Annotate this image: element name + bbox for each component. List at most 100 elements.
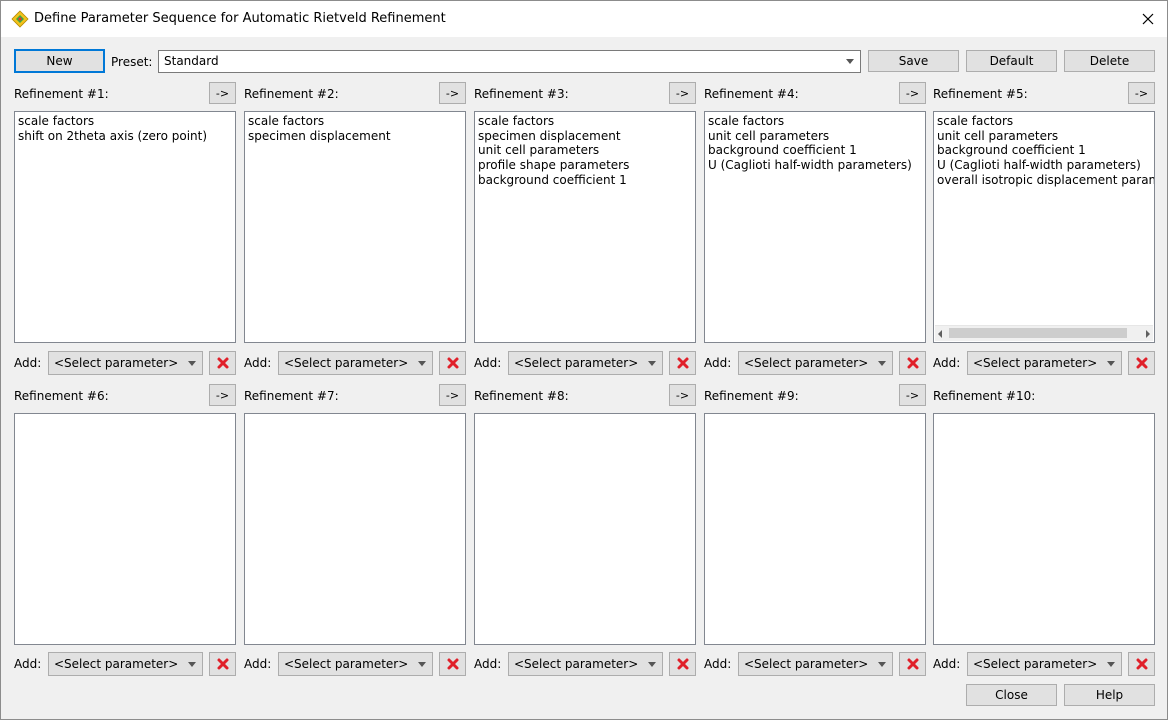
list-item[interactable]: scale factors	[478, 114, 695, 129]
delete-button[interactable]: Delete	[1064, 50, 1155, 72]
horizontal-scrollbar[interactable]	[935, 325, 1153, 341]
move-next-button[interactable]: ->	[669, 384, 696, 406]
list-item[interactable]: shift on 2theta axis (zero point)	[18, 129, 235, 144]
red-x-icon	[906, 657, 920, 671]
preset-value: Standard	[164, 54, 219, 68]
select-parameter-value: <Select parameter>	[284, 356, 409, 370]
select-parameter-value: <Select parameter>	[973, 657, 1098, 671]
move-next-button[interactable]: ->	[439, 82, 466, 104]
select-parameter-dropdown[interactable]: <Select parameter>	[48, 351, 203, 375]
list-item[interactable]: U (Caglioti half-width parameters)	[937, 158, 1154, 173]
refinement-label: Refinement #10:	[933, 389, 1036, 403]
help-button[interactable]: Help	[1064, 684, 1155, 706]
select-parameter-dropdown[interactable]: <Select parameter>	[967, 351, 1122, 375]
remove-parameter-button[interactable]	[439, 652, 466, 676]
red-x-icon	[676, 356, 690, 370]
list-item[interactable]: scale factors	[708, 114, 925, 129]
list-item[interactable]: background coefficient 1	[937, 143, 1154, 158]
move-next-button[interactable]: ->	[1128, 82, 1155, 104]
dialog-window: Define Parameter Sequence for Automatic …	[0, 0, 1168, 720]
refinement-label: Refinement #7:	[244, 389, 339, 403]
scroll-right-arrow-icon[interactable]	[1146, 330, 1150, 338]
move-next-button[interactable]: ->	[209, 384, 236, 406]
list-item[interactable]: specimen displacement	[248, 129, 465, 144]
remove-parameter-button[interactable]	[899, 652, 926, 676]
select-parameter-value: <Select parameter>	[514, 356, 639, 370]
red-x-icon	[906, 356, 920, 370]
remove-parameter-button[interactable]	[209, 652, 236, 676]
list-item[interactable]: scale factors	[18, 114, 235, 129]
select-parameter-dropdown[interactable]: <Select parameter>	[508, 652, 663, 676]
move-next-button[interactable]: ->	[209, 82, 236, 104]
remove-parameter-button[interactable]	[1128, 652, 1155, 676]
refinement-label: Refinement #3:	[474, 87, 569, 101]
remove-parameter-button[interactable]	[439, 351, 466, 375]
remove-parameter-button[interactable]	[899, 351, 926, 375]
select-parameter-dropdown[interactable]: <Select parameter>	[278, 652, 433, 676]
parameter-list[interactable]	[14, 413, 236, 645]
save-button[interactable]: Save	[868, 50, 959, 72]
parameter-list[interactable]	[474, 413, 696, 645]
red-x-icon	[216, 657, 230, 671]
close-icon[interactable]	[1129, 1, 1167, 37]
parameter-list[interactable]: scale factors specimen displacement	[244, 111, 466, 343]
list-item[interactable]: scale factors	[937, 114, 1154, 129]
select-parameter-dropdown[interactable]: <Select parameter>	[738, 351, 893, 375]
list-item[interactable]: U (Caglioti half-width parameters)	[708, 158, 925, 173]
select-parameter-value: <Select parameter>	[514, 657, 639, 671]
scrollbar-thumb[interactable]	[949, 328, 1127, 338]
list-item[interactable]: scale factors	[248, 114, 465, 129]
list-item[interactable]: overall isotropic displacement parameter	[937, 173, 1154, 188]
new-button[interactable]: New	[14, 49, 105, 73]
chevron-down-icon	[648, 361, 656, 366]
parameter-list[interactable]	[244, 413, 466, 645]
select-parameter-dropdown[interactable]: <Select parameter>	[508, 351, 663, 375]
preset-label: Preset:	[111, 55, 153, 69]
chevron-down-icon	[418, 361, 426, 366]
list-item[interactable]: unit cell parameters	[937, 129, 1154, 144]
red-x-icon	[676, 657, 690, 671]
parameter-list[interactable]: scale factors unit cell parameters backgro…	[933, 111, 1155, 343]
list-item[interactable]: profile shape parameters	[478, 158, 695, 173]
chevron-down-icon	[418, 662, 426, 667]
remove-parameter-button[interactable]	[669, 652, 696, 676]
list-item[interactable]: background coefficient 1	[478, 173, 695, 188]
parameter-list[interactable]	[704, 413, 926, 645]
chevron-down-icon	[188, 361, 196, 366]
select-parameter-value: <Select parameter>	[284, 657, 409, 671]
parameter-list[interactable]: scale factors unit cell parameters backgro…	[704, 111, 926, 343]
refinement-label: Refinement #8:	[474, 389, 569, 403]
chevron-down-icon	[878, 662, 886, 667]
list-item[interactable]: unit cell parameters	[708, 129, 925, 144]
list-item[interactable]: specimen displacement	[478, 129, 695, 144]
chevron-down-icon	[1107, 662, 1115, 667]
add-label: Add:	[474, 657, 502, 671]
parameter-list[interactable]: scale factors specimen displacement unit c…	[474, 111, 696, 343]
remove-parameter-button[interactable]	[1128, 351, 1155, 375]
red-x-icon	[446, 356, 460, 370]
preset-select[interactable]: Standard	[158, 50, 861, 73]
scroll-left-arrow-icon[interactable]	[938, 330, 942, 338]
select-parameter-dropdown[interactable]: <Select parameter>	[278, 351, 433, 375]
select-parameter-dropdown[interactable]: <Select parameter>	[738, 652, 893, 676]
list-item[interactable]: unit cell parameters	[478, 143, 695, 158]
parameter-list[interactable]: scale factors shift on 2theta axis (zero …	[14, 111, 236, 343]
move-next-button[interactable]: ->	[439, 384, 466, 406]
refinement-label: Refinement #2:	[244, 87, 339, 101]
default-button[interactable]: Default	[966, 50, 1057, 72]
select-parameter-dropdown[interactable]: <Select parameter>	[48, 652, 203, 676]
move-next-button[interactable]: ->	[899, 384, 926, 406]
title-bar: Define Parameter Sequence for Automatic …	[1, 1, 1167, 37]
refinement-label: Refinement #6:	[14, 389, 109, 403]
list-item[interactable]: background coefficient 1	[708, 143, 925, 158]
parameter-list[interactable]	[933, 413, 1155, 645]
move-next-button[interactable]: ->	[669, 82, 696, 104]
select-parameter-dropdown[interactable]: <Select parameter>	[967, 652, 1122, 676]
add-label: Add:	[244, 356, 272, 370]
close-button[interactable]: Close	[966, 684, 1057, 706]
select-parameter-value: <Select parameter>	[744, 356, 869, 370]
remove-parameter-button[interactable]	[669, 351, 696, 375]
add-label: Add:	[14, 657, 42, 671]
remove-parameter-button[interactable]	[209, 351, 236, 375]
move-next-button[interactable]: ->	[899, 82, 926, 104]
